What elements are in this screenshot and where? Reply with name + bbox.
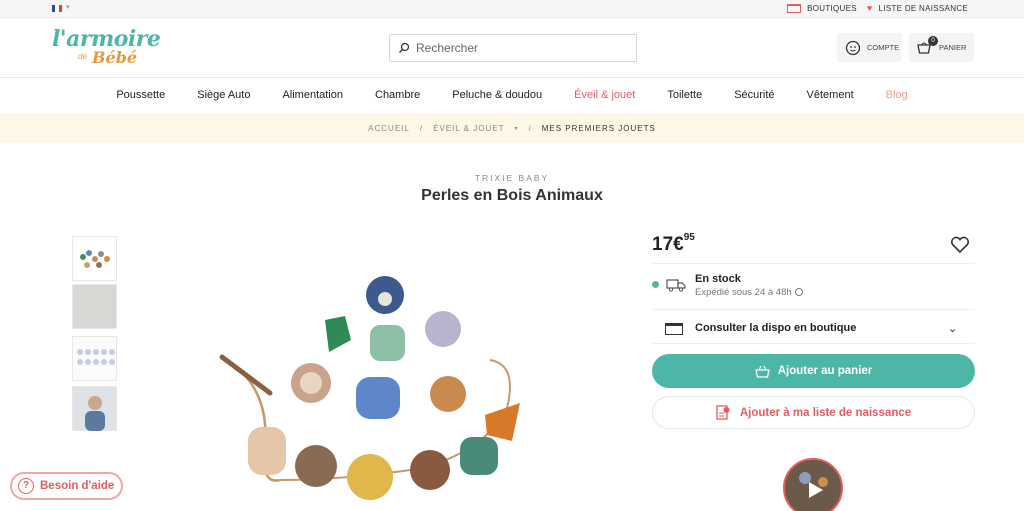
main-nav: Poussette Siège Auto Alimentation Chambr… [0, 78, 1024, 112]
top-bar: ▾ BOUTIQUES ♥ LISTE DE NAISSANCE [0, 0, 1024, 18]
language-caret-icon[interactable]: ▾ [66, 3, 70, 11]
nav-item-siege-auto[interactable]: Siège Auto [181, 89, 266, 101]
header: l'armoire de Bébé COMPTE 0 PANIER [0, 18, 1024, 78]
divider [652, 343, 975, 344]
stock-status-dot [652, 281, 659, 288]
breadcrumb-separator: / [528, 123, 532, 133]
help-label: Besoin d'aide [40, 480, 115, 492]
divider [652, 309, 975, 310]
breadcrumb-home[interactable]: ACCUEIL [368, 124, 410, 133]
cart-button[interactable]: 0 PANIER [909, 33, 974, 62]
nav-item-peluche[interactable]: Peluche & doudou [436, 89, 558, 101]
nav-item-toilette[interactable]: Toilette [651, 89, 718, 101]
cart-label: PANIER [939, 43, 967, 52]
price-cents: 95 [683, 232, 695, 243]
breadcrumb-category[interactable]: ÉVEIL & JOUET [433, 124, 504, 133]
breadcrumb-separator: / [419, 123, 424, 133]
search-input[interactable] [416, 41, 616, 55]
chevron-down-icon[interactable]: ▾ [514, 125, 518, 132]
add-to-cart-label: Ajouter au panier [777, 365, 873, 377]
breadcrumb-current: MES PREMIERS JOUETS [541, 123, 656, 133]
account-icon [845, 40, 861, 55]
wishlist-heart-icon[interactable] [950, 236, 970, 254]
top-links: BOUTIQUES ♥ LISTE DE NAISSANCE [787, 3, 968, 13]
help-icon: ? [18, 478, 34, 494]
gift-list-icon [716, 405, 730, 420]
nav-item-eveil[interactable]: Éveil & jouet [558, 89, 651, 101]
account-button[interactable]: COMPTE [837, 33, 902, 62]
account-label: COMPTE [867, 43, 900, 52]
clock-icon[interactable] [794, 288, 803, 297]
add-to-birth-list-button[interactable]: Ajouter à ma liste de naissance [652, 396, 975, 429]
price-main: 17€ [652, 234, 684, 255]
product-video-bubble[interactable] [783, 458, 843, 511]
truck-icon [666, 279, 686, 292]
nav-item-vetement[interactable]: Vêtement [791, 89, 870, 101]
product-brand[interactable]: TRIXIE BABY [0, 173, 1024, 183]
nav-item-alimentation[interactable]: Alimentation [266, 89, 359, 101]
chevron-down-icon[interactable]: ⌄ [948, 322, 957, 335]
search-icon [399, 42, 410, 53]
cart-count-badge: 0 [928, 35, 938, 46]
product-thumbnail[interactable] [72, 386, 117, 431]
shipping-info: Expédié sous 24 à 48h [695, 287, 803, 298]
shipping-text: Expédié sous 24 à 48h [695, 287, 792, 298]
nav-item-blog[interactable]: Blog [870, 89, 924, 101]
play-icon [799, 472, 828, 498]
product-thumbnail[interactable] [72, 336, 117, 381]
divider [652, 263, 975, 264]
nav-item-chambre[interactable]: Chambre [359, 89, 436, 101]
product-thumbnail[interactable] [72, 236, 117, 281]
nav-item-poussette[interactable]: Poussette [100, 89, 181, 101]
store-icon [665, 323, 683, 335]
shops-link[interactable]: BOUTIQUES [807, 4, 857, 13]
language-flag-icon[interactable] [52, 5, 62, 12]
add-to-cart-button[interactable]: Ajouter au panier [652, 354, 975, 388]
logo[interactable]: l'armoire de Bébé [52, 26, 161, 70]
help-button[interactable]: ? Besoin d'aide [10, 472, 123, 500]
cart-icon: 0 [917, 35, 938, 54]
add-to-birth-list-label: Ajouter à ma liste de naissance [739, 406, 912, 419]
store-availability-toggle[interactable]: Consulter la dispo en boutique [695, 322, 856, 334]
product-main-image[interactable] [210, 265, 540, 511]
store-icon [787, 3, 802, 13]
breadcrumb: ACCUEIL / ÉVEIL & JOUET ▾ / MES PREMIERS… [0, 113, 1024, 143]
stock-status: En stock [695, 273, 741, 285]
logo-text-2: de [78, 52, 87, 61]
product-price: 17€95 [652, 232, 695, 256]
product-thumbnail[interactable] [72, 284, 117, 329]
nav-item-securite[interactable]: Sécurité [718, 89, 790, 101]
search-box[interactable] [389, 34, 637, 62]
heart-icon: ♥ [866, 3, 873, 13]
logo-text-3: Bébé [92, 48, 138, 67]
basket-icon [754, 365, 770, 378]
product-title: Perles en Bois Animaux [421, 187, 603, 204]
birth-list-link[interactable]: LISTE DE NAISSANCE [879, 4, 968, 13]
